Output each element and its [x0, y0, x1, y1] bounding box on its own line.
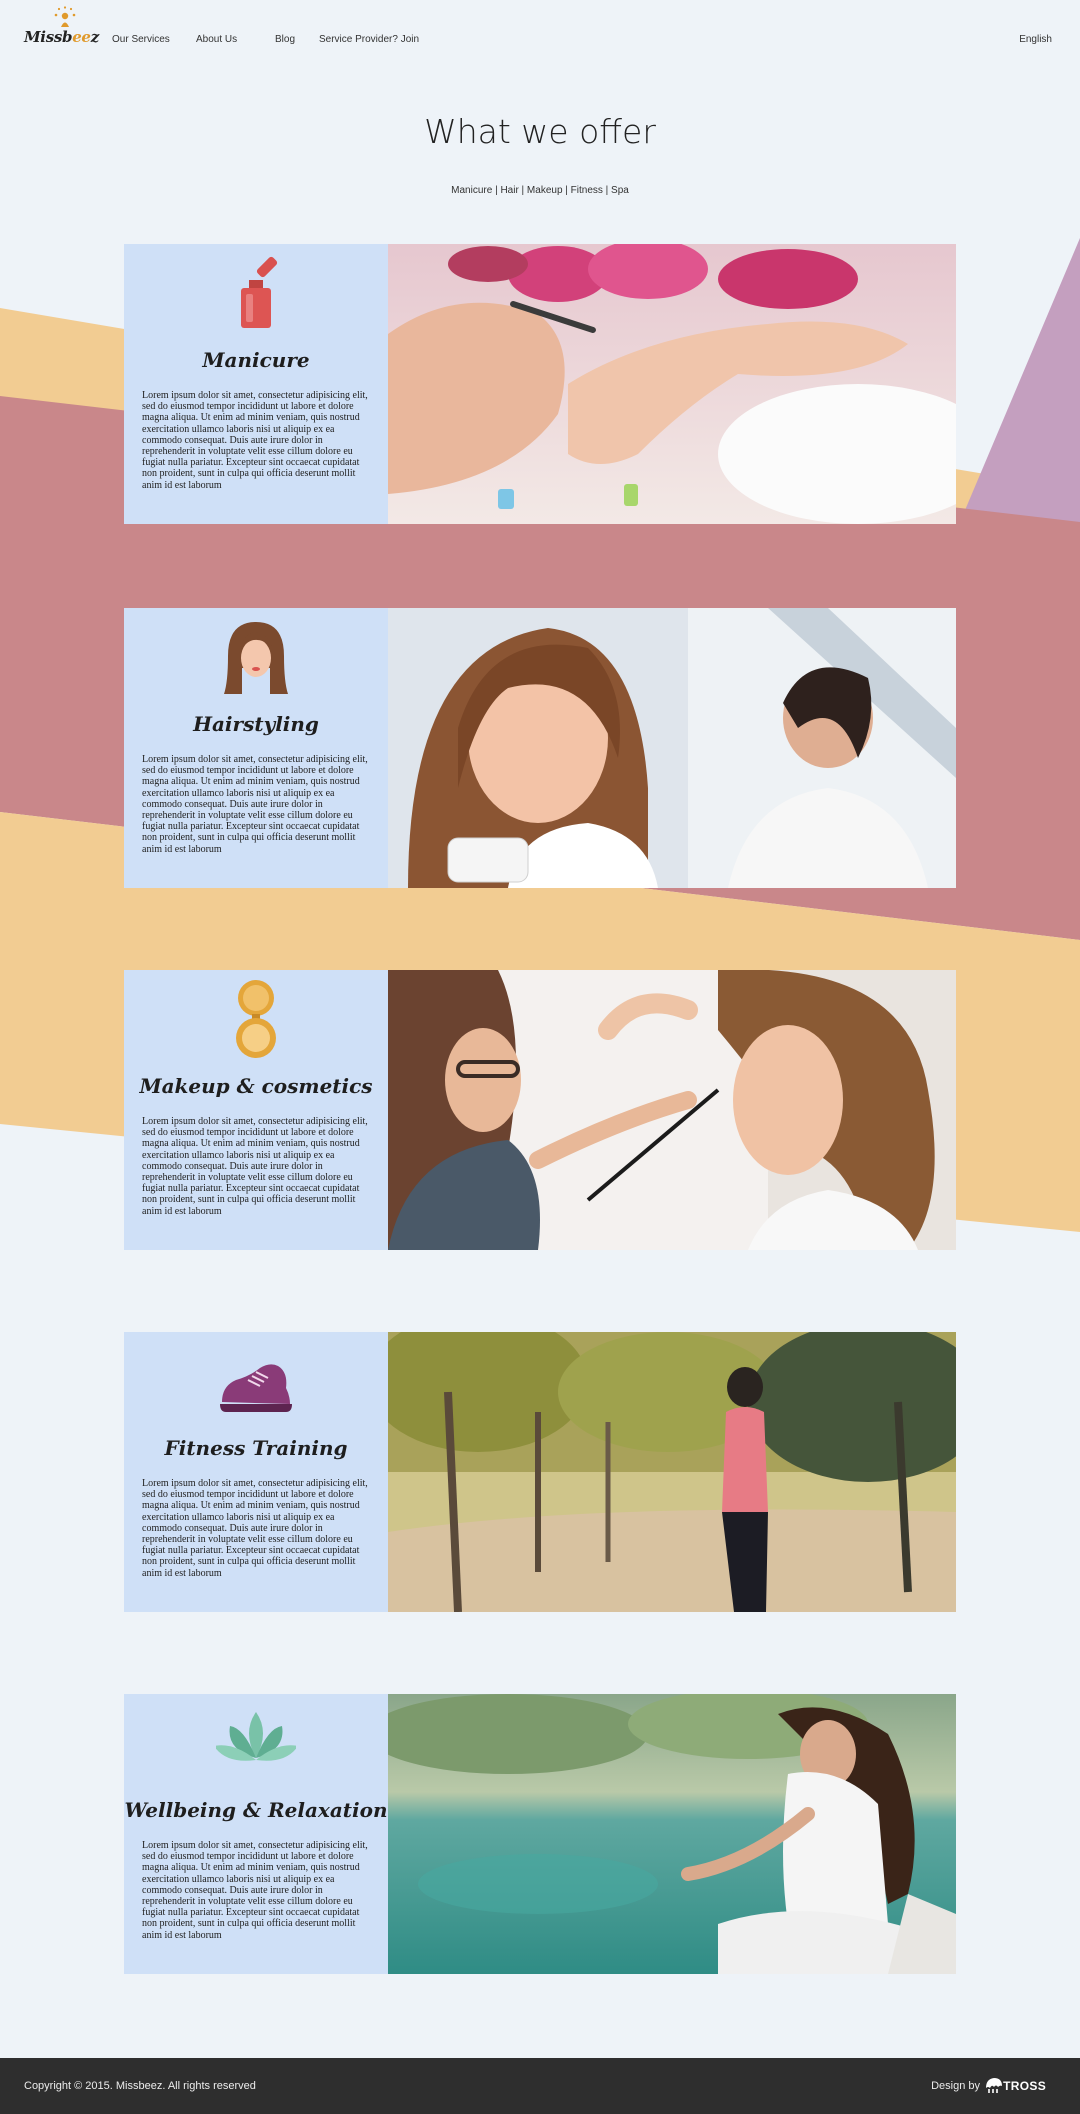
service-description: Lorem ipsum dolor sit amet, consectetur …: [142, 754, 368, 855]
service-panel: Wellbeing & Relaxation Lorem ipsum dolor…: [124, 1694, 388, 1974]
logo-wordmark: Missbeez: [24, 28, 99, 46]
design-by-label: Design by: [931, 2080, 980, 2092]
service-panel: Makeup & cosmetics Lorem ipsum dolor sit…: [124, 970, 388, 1250]
service-title: Manicure: [202, 348, 310, 372]
sneaker-icon: [220, 1364, 292, 1412]
service-title: Makeup & cosmetics: [139, 1074, 373, 1098]
service-panel: Manicure Lorem ipsum dolor sit amet, con…: [124, 244, 388, 524]
service-description: Lorem ipsum dolor sit amet, consectetur …: [142, 1840, 368, 1941]
designer-name[interactable]: TROSS: [1003, 2079, 1046, 2093]
compact-mirror-icon: [236, 980, 276, 1058]
nav-our-services[interactable]: Our Services: [112, 34, 170, 45]
logo-suffix: z: [90, 28, 100, 46]
nav-blog[interactable]: Blog: [275, 34, 295, 45]
fitness-photo: [388, 1332, 956, 1612]
service-description: Lorem ipsum dolor sit amet, consectetur …: [142, 1478, 368, 1579]
services-subtitle: Manicure | Hair | Makeup | Fitness | Spa: [451, 185, 629, 196]
service-panel: Hairstyling Lorem ipsum dolor sit amet, …: [124, 608, 388, 888]
service-card-manicure[interactable]: Manicure Lorem ipsum dolor sit amet, con…: [124, 244, 956, 524]
logo-prefix: Missb: [24, 28, 73, 46]
copyright-text: Copyright © 2015. Missbeez. All rights r…: [24, 2080, 256, 2092]
woman-hair-icon: [224, 622, 288, 694]
service-title: Wellbeing & Relaxation: [124, 1798, 388, 1822]
service-card-fitness[interactable]: Fitness Training Lorem ipsum dolor sit a…: [124, 1332, 956, 1612]
service-panel: Fitness Training Lorem ipsum dolor sit a…: [124, 1332, 388, 1612]
service-card-makeup[interactable]: Makeup & cosmetics Lorem ipsum dolor sit…: [124, 970, 956, 1250]
language-selector[interactable]: English: [1019, 34, 1052, 45]
nav-about-us[interactable]: About Us: [196, 34, 237, 45]
site-header: Missbeez Our Services About Us Blog Serv…: [0, 0, 1080, 80]
makeup-photo: [388, 970, 956, 1250]
service-description: Lorem ipsum dolor sit amet, consectetur …: [142, 390, 368, 491]
nail-polish-icon: [241, 256, 278, 328]
lotus-icon: [216, 1712, 296, 1761]
manicure-photo: [388, 244, 956, 524]
nav-service-provider-join[interactable]: Service Provider? Join: [319, 34, 419, 45]
tross-logo-icon[interactable]: [984, 2076, 1004, 2094]
relaxation-photo: [388, 1694, 956, 1974]
service-description: Lorem ipsum dolor sit amet, consectetur …: [142, 1116, 368, 1217]
logo-accent: ee: [72, 28, 91, 46]
missbeez-logo[interactable]: Missbeez: [24, 6, 99, 50]
service-title: Fitness Training: [164, 1436, 348, 1460]
page-title: What we offer: [424, 112, 656, 151]
site-footer: Copyright © 2015. Missbeez. All rights r…: [0, 2058, 1080, 2114]
logo-stars-icon: [54, 6, 76, 27]
service-title: Hairstyling: [193, 712, 319, 736]
service-card-hairstyling[interactable]: Hairstyling Lorem ipsum dolor sit amet, …: [124, 608, 956, 888]
hairstyling-photo: [388, 608, 956, 888]
service-card-wellbeing[interactable]: Wellbeing & Relaxation Lorem ipsum dolor…: [124, 1694, 956, 1974]
